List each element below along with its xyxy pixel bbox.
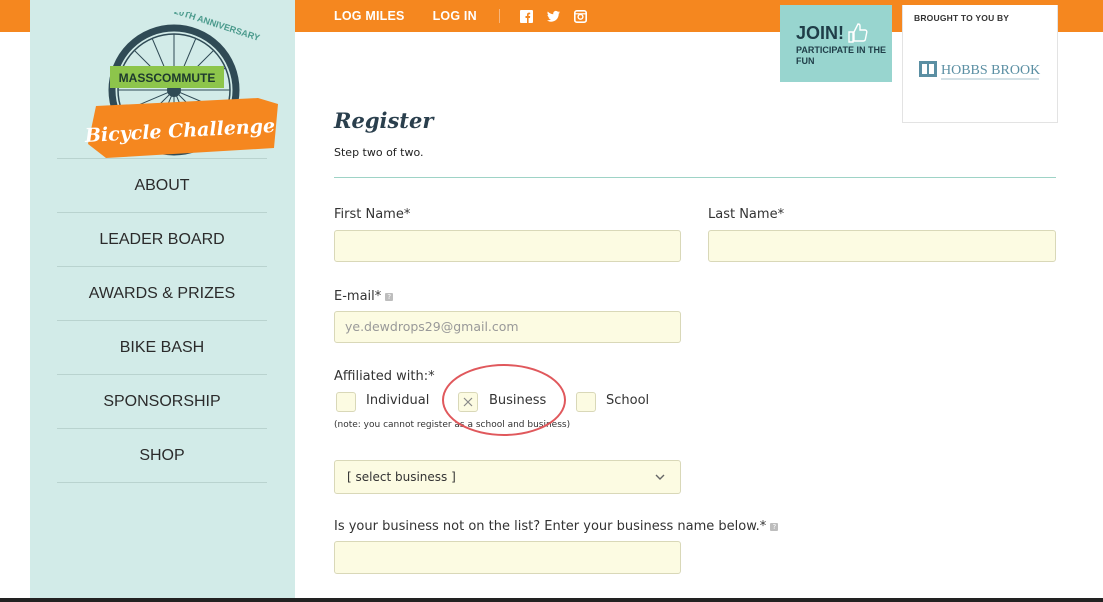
chevron-down-icon bbox=[655, 474, 665, 480]
bicycle-challenge-logo[interactable]: 20TH ANNIVERSARY MASSCOMMUTE Bicycle Cha… bbox=[68, 12, 280, 174]
business-checkbox[interactable] bbox=[458, 392, 478, 412]
school-checkbox[interactable] bbox=[576, 392, 596, 412]
sidebar-item-shop[interactable]: SHOP bbox=[57, 428, 267, 483]
hobbs-brook-logo[interactable]: HOBBS BROOK bbox=[919, 57, 1041, 85]
sidebar-item-about[interactable]: ABOUT bbox=[57, 158, 267, 212]
affiliated-label: Affiliated with:* bbox=[334, 369, 435, 384]
log-miles-link[interactable]: LOG MILES bbox=[334, 9, 405, 23]
individual-checkbox[interactable] bbox=[336, 392, 356, 412]
business-name-label-row: Is your business not on the list? Enter … bbox=[334, 519, 779, 534]
business-name-label: Is your business not on the list? Enter … bbox=[334, 519, 767, 534]
sponsor-label: BROUGHT TO YOU BY bbox=[914, 13, 1010, 23]
top-nav: LOG MILES LOG IN bbox=[334, 0, 601, 32]
divider bbox=[334, 177, 1056, 178]
last-name-field[interactable] bbox=[708, 230, 1056, 262]
first-name-field[interactable] bbox=[334, 230, 681, 262]
email-field[interactable]: ye.dewdrops29@gmail.com bbox=[334, 311, 681, 343]
help-icon[interactable]: ? bbox=[770, 522, 779, 531]
sidebar-item-bike-bash[interactable]: BIKE BASH bbox=[57, 320, 267, 374]
business-select[interactable]: [ select business ] bbox=[334, 460, 681, 494]
join-button[interactable]: JOIN! PARTICIPATE IN THE FUN bbox=[780, 5, 892, 82]
sponsor-name: HOBBS BROOK bbox=[941, 63, 1040, 78]
instagram-icon[interactable] bbox=[573, 9, 587, 23]
twitter-icon[interactable] bbox=[546, 10, 560, 23]
email-label-row: E-mail*? bbox=[334, 289, 394, 304]
school-label[interactable]: School bbox=[606, 393, 649, 408]
business-name-field[interactable] bbox=[334, 541, 681, 574]
business-select-value: [ select business ] bbox=[347, 470, 456, 484]
individual-label[interactable]: Individual bbox=[366, 393, 429, 408]
sidebar-item-sponsorship[interactable]: SPONSORSHIP bbox=[57, 374, 267, 428]
sidebar-item-awards-prizes[interactable]: AWARDS & PRIZES bbox=[57, 266, 267, 320]
join-subtitle: PARTICIPATE IN THE FUN bbox=[796, 45, 886, 66]
last-name-label: Last Name* bbox=[708, 207, 785, 222]
sidebar-item-leader-board[interactable]: LEADER BOARD bbox=[57, 212, 267, 266]
facebook-icon[interactable] bbox=[519, 9, 533, 23]
logo-brand-text: MASSCOMMUTE bbox=[119, 71, 216, 85]
sponsor-box: BROUGHT TO YOU BY HOBBS BROOK bbox=[902, 5, 1058, 123]
sidebar-nav: ABOUT LEADER BOARD AWARDS & PRIZES BIKE … bbox=[57, 158, 267, 483]
business-label[interactable]: Business bbox=[489, 393, 546, 408]
first-name-label: First Name* bbox=[334, 207, 411, 222]
bottom-bar bbox=[0, 598, 1103, 602]
email-label: E-mail* bbox=[334, 289, 382, 304]
nav-divider bbox=[498, 9, 500, 23]
thumbs-up-icon bbox=[848, 23, 868, 43]
join-title: JOIN! bbox=[796, 23, 845, 43]
log-in-link[interactable]: LOG IN bbox=[433, 9, 477, 23]
page-title: Register bbox=[334, 108, 434, 133]
checkmark-x-icon bbox=[463, 397, 473, 407]
sidebar: 20TH ANNIVERSARY MASSCOMMUTE Bicycle Cha… bbox=[30, 0, 295, 598]
affiliation-note: (note: you cannot register as a school a… bbox=[334, 420, 571, 430]
help-icon[interactable]: ? bbox=[385, 292, 394, 301]
step-indicator: Step two of two. bbox=[334, 146, 424, 159]
